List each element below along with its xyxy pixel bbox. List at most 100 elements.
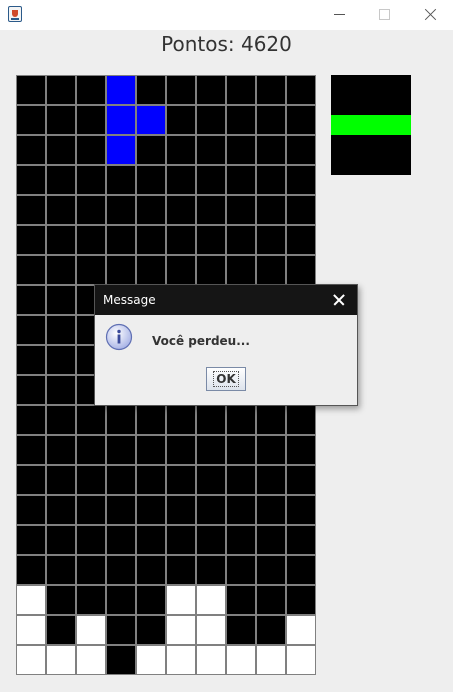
window-titlebar[interactable] (0, 0, 453, 30)
empty-cell (106, 195, 136, 225)
empty-cell (16, 105, 46, 135)
empty-cell (106, 585, 136, 615)
empty-cell (106, 225, 136, 255)
empty-cell (166, 255, 196, 285)
empty-cell (136, 165, 166, 195)
score-label: Pontos: 4620 (161, 32, 292, 56)
empty-cell (76, 225, 106, 255)
maximize-button[interactable] (361, 0, 407, 30)
empty-cell (166, 225, 196, 255)
dialog-close-icon[interactable] (329, 290, 349, 310)
empty-cell (16, 555, 46, 585)
empty-cell (136, 615, 166, 645)
empty-cell (256, 525, 286, 555)
dialog-message: Você perdeu... (152, 334, 250, 348)
minimize-button[interactable] (316, 0, 362, 30)
empty-cell (196, 195, 226, 225)
empty-cell (16, 465, 46, 495)
filled-cell (286, 615, 316, 645)
empty-cell (226, 495, 256, 525)
empty-cell (46, 405, 76, 435)
empty-cell (286, 195, 316, 225)
empty-cell (256, 165, 286, 195)
empty-cell (46, 345, 76, 375)
filled-cell (106, 105, 136, 135)
empty-cell (286, 165, 316, 195)
empty-cell (16, 345, 46, 375)
empty-cell (256, 195, 286, 225)
empty-cell (196, 465, 226, 495)
filled-cell (16, 615, 46, 645)
empty-cell (76, 255, 106, 285)
filled-cell (166, 645, 196, 675)
empty-cell (166, 495, 196, 525)
empty-cell (136, 225, 166, 255)
empty-cell (46, 435, 76, 465)
empty-cell (136, 135, 166, 165)
empty-cell (136, 555, 166, 585)
empty-cell (286, 585, 316, 615)
empty-cell (226, 615, 256, 645)
empty-cell (166, 165, 196, 195)
empty-cell (16, 315, 46, 345)
empty-cell (286, 225, 316, 255)
empty-cell (136, 525, 166, 555)
empty-cell (166, 105, 196, 135)
filled-cell (106, 75, 136, 105)
empty-cell (166, 405, 196, 435)
empty-cell (76, 525, 106, 555)
next-piece-i-block (331, 115, 411, 135)
empty-cell (106, 555, 136, 585)
empty-cell (106, 255, 136, 285)
empty-cell (166, 555, 196, 585)
empty-cell (106, 165, 136, 195)
empty-cell (16, 285, 46, 315)
empty-cell (106, 435, 136, 465)
empty-cell (226, 255, 256, 285)
filled-cell (196, 615, 226, 645)
empty-cell (106, 495, 136, 525)
empty-cell (76, 105, 106, 135)
empty-cell (106, 645, 136, 675)
empty-cell (226, 585, 256, 615)
empty-cell (46, 375, 76, 405)
filled-cell (166, 615, 196, 645)
empty-cell (136, 585, 166, 615)
empty-cell (196, 495, 226, 525)
empty-cell (226, 405, 256, 435)
empty-cell (46, 615, 76, 645)
dialog-titlebar[interactable]: Message (95, 285, 357, 315)
empty-cell (256, 585, 286, 615)
empty-cell (286, 465, 316, 495)
empty-cell (106, 405, 136, 435)
empty-cell (256, 435, 286, 465)
empty-cell (16, 195, 46, 225)
empty-cell (106, 525, 136, 555)
empty-cell (226, 465, 256, 495)
empty-cell (76, 495, 106, 525)
empty-cell (16, 75, 46, 105)
empty-cell (136, 495, 166, 525)
empty-cell (166, 525, 196, 555)
empty-cell (226, 105, 256, 135)
empty-cell (226, 195, 256, 225)
empty-cell (136, 195, 166, 225)
ok-button[interactable]: OK (206, 367, 246, 391)
empty-cell (196, 135, 226, 165)
empty-cell (256, 225, 286, 255)
empty-cell (106, 615, 136, 645)
empty-cell (286, 135, 316, 165)
filled-cell (286, 645, 316, 675)
filled-cell (256, 645, 286, 675)
empty-cell (226, 165, 256, 195)
empty-cell (16, 435, 46, 465)
empty-cell (46, 315, 76, 345)
empty-cell (16, 375, 46, 405)
empty-cell (196, 555, 226, 585)
filled-cell (76, 615, 106, 645)
close-button[interactable] (407, 0, 453, 30)
empty-cell (76, 165, 106, 195)
empty-cell (46, 75, 76, 105)
empty-cell (46, 225, 76, 255)
empty-cell (46, 465, 76, 495)
